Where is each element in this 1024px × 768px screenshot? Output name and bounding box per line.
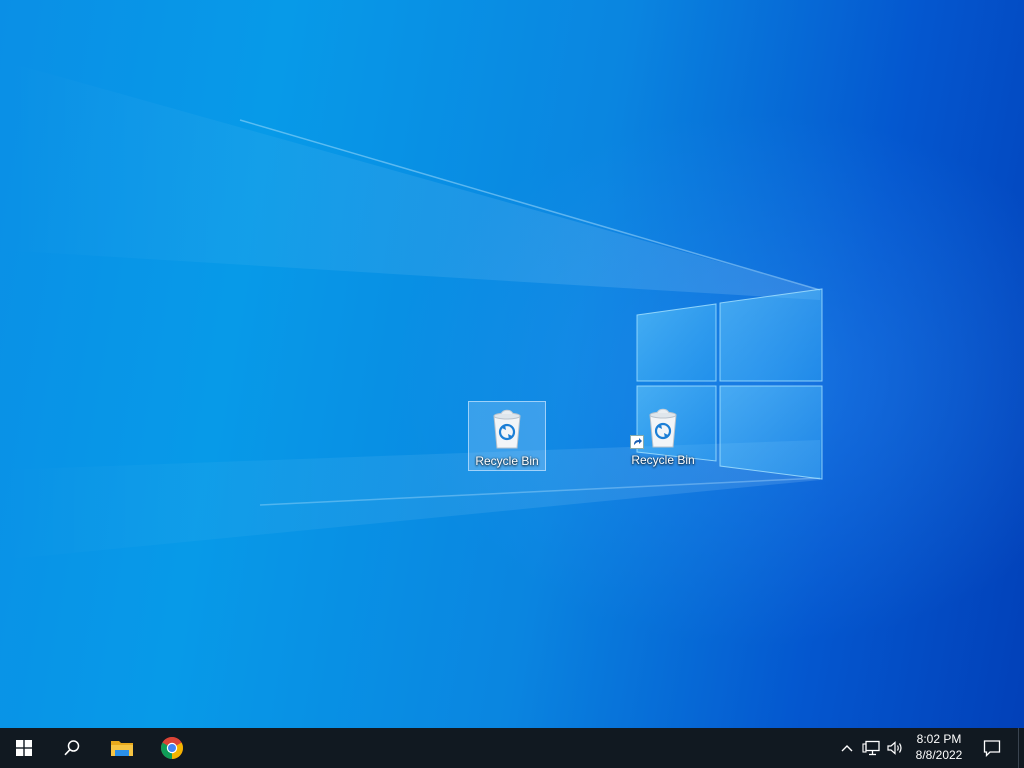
desktop-icon-label: Recycle Bin: [631, 453, 695, 467]
clock-time: 8:02 PM: [916, 732, 962, 746]
taskbar: 8:02 PM 8/8/2022: [0, 728, 1024, 768]
taskbar-chrome[interactable]: [148, 728, 196, 768]
network-icon: [862, 740, 880, 756]
action-center-button[interactable]: [976, 728, 1008, 768]
taskbar-clock[interactable]: 8:02 PM 8/8/2022: [908, 728, 970, 768]
chevron-up-icon: [841, 745, 853, 752]
file-explorer-icon: [111, 741, 133, 756]
taskbar-file-explorer[interactable]: [98, 728, 146, 768]
wallpaper-windows-logo: [0, 60, 823, 560]
search-button[interactable]: [48, 728, 96, 768]
tray-volume[interactable]: [884, 728, 906, 768]
recycle-bin-icon: [649, 408, 677, 448]
volume-icon: [887, 741, 902, 755]
show-desktop-button[interactable]: [1018, 728, 1024, 768]
shortcut-arrow-icon: [630, 435, 644, 449]
tray-network[interactable]: [860, 728, 882, 768]
chrome-icon: [161, 737, 183, 759]
search-icon: [64, 740, 80, 756]
windows-logo-icon: [16, 740, 32, 756]
action-center-icon: [983, 740, 1001, 757]
start-button[interactable]: [0, 728, 48, 768]
desktop-icon-recycle-bin-shortcut[interactable]: Recycle Bin: [624, 401, 702, 471]
desktop-icon-label: Recycle Bin: [475, 454, 539, 468]
tray-show-hidden-icons[interactable]: [838, 728, 856, 768]
recycle-bin-icon: [493, 409, 521, 449]
clock-date: 8/8/2022: [915, 748, 963, 762]
desktop-icon-recycle-bin[interactable]: Recycle Bin: [468, 401, 546, 471]
desktop[interactable]: Recycle Bin Recycle Bin: [0, 0, 1024, 728]
